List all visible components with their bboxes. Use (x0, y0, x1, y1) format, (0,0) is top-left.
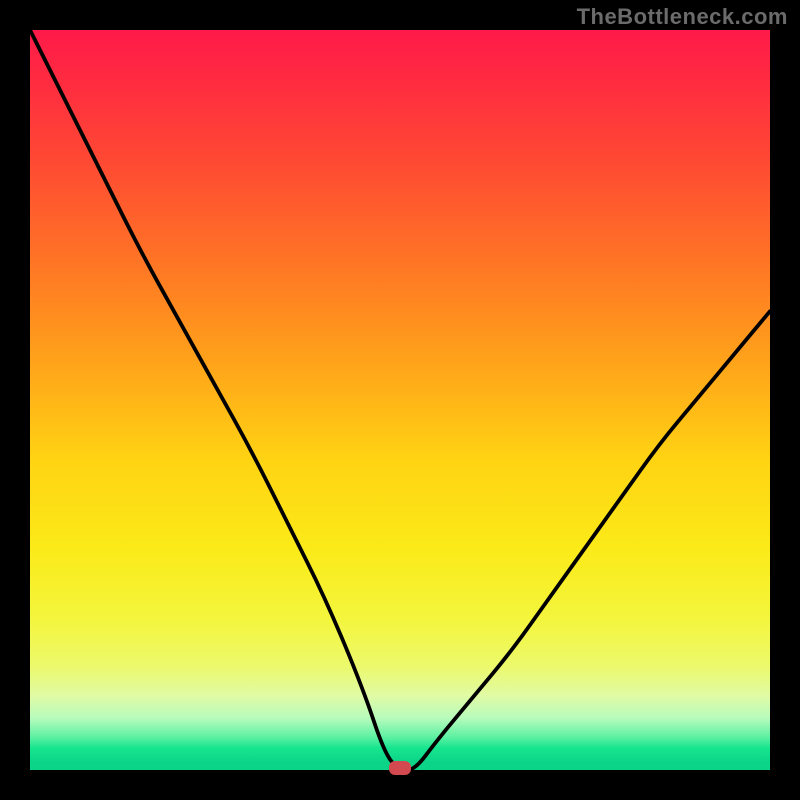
watermark-text: TheBottleneck.com (577, 4, 788, 30)
chart-frame: TheBottleneck.com (0, 0, 800, 800)
optimum-marker (389, 761, 411, 775)
curve-svg (30, 30, 770, 770)
plot-area (30, 30, 770, 770)
bottleneck-curve-path (30, 30, 770, 770)
